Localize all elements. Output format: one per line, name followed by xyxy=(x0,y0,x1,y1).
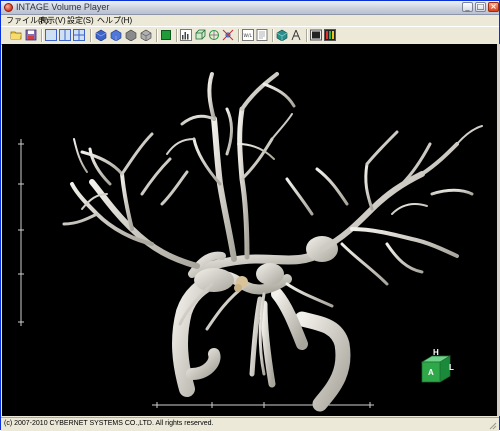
app-logo-icon xyxy=(4,3,13,12)
volume-render-viewport[interactable]: H A L xyxy=(2,44,497,416)
close-button[interactable]: × xyxy=(488,2,499,12)
save-icon[interactable] xyxy=(25,29,37,41)
rotate-axes-icon[interactable] xyxy=(208,29,220,41)
toolbar: W/L xyxy=(1,26,499,45)
window-title: INTAGE Volume Player xyxy=(16,2,110,12)
title-bar[interactable]: INTAGE Volume Player _ □ × xyxy=(1,1,499,15)
copyright-text: (c) 2007-2010 CYBERNET SYSTEMS CO.,LTD. … xyxy=(4,420,214,427)
layout-quad-icon[interactable] xyxy=(73,29,85,41)
color-cube-icon[interactable] xyxy=(276,29,288,42)
volume-cube-blue2-icon[interactable] xyxy=(110,29,122,42)
minimize-button[interactable]: _ xyxy=(462,2,473,12)
resize-grip-icon[interactable] xyxy=(488,421,497,430)
menu-help[interactable]: ヘルプ(H) xyxy=(97,15,132,26)
volume-cube-gray-icon[interactable] xyxy=(125,29,137,42)
app-window: INTAGE Volume Player _ □ × ファイル(F) 表示(V)… xyxy=(0,0,500,431)
menu-view[interactable]: 表示(V) xyxy=(39,15,66,26)
open-folder-icon[interactable] xyxy=(10,29,22,41)
screenshot-icon[interactable] xyxy=(310,29,322,41)
horizontal-scale-ruler xyxy=(152,402,374,408)
volume-cube-blue-icon[interactable] xyxy=(95,29,107,42)
layout-single-icon[interactable] xyxy=(45,29,57,41)
status-bar: (c) 2007-2010 CYBERNET SYSTEMS CO.,LTD. … xyxy=(1,417,499,431)
orientation-label-front: A xyxy=(428,368,434,377)
maximize-button[interactable]: □ xyxy=(475,2,486,12)
measure-icon[interactable] xyxy=(290,29,302,41)
volume-cube-dark-icon[interactable] xyxy=(140,29,152,42)
green-square-icon[interactable] xyxy=(160,29,172,41)
layout-dual-icon[interactable] xyxy=(59,29,71,41)
orientation-label-top: H xyxy=(433,348,439,357)
window-level-icon[interactable]: W/L xyxy=(242,29,254,41)
menu-settings[interactable]: 設定(S) xyxy=(67,15,94,26)
orientation-cube[interactable]: H A L xyxy=(416,348,456,388)
orientation-label-side: L xyxy=(449,363,454,372)
vertical-scale-ruler xyxy=(18,139,24,326)
color-palette-icon[interactable] xyxy=(324,29,336,41)
cube-outline-icon[interactable] xyxy=(194,29,206,41)
menu-bar: ファイル(F) 表示(V) 設定(S) ヘルプ(H) xyxy=(1,15,499,25)
histogram-icon[interactable] xyxy=(180,29,192,41)
slice-icon[interactable] xyxy=(256,29,268,41)
svg-text:W/L: W/L xyxy=(244,33,253,39)
crosshair-icon[interactable] xyxy=(222,29,234,41)
